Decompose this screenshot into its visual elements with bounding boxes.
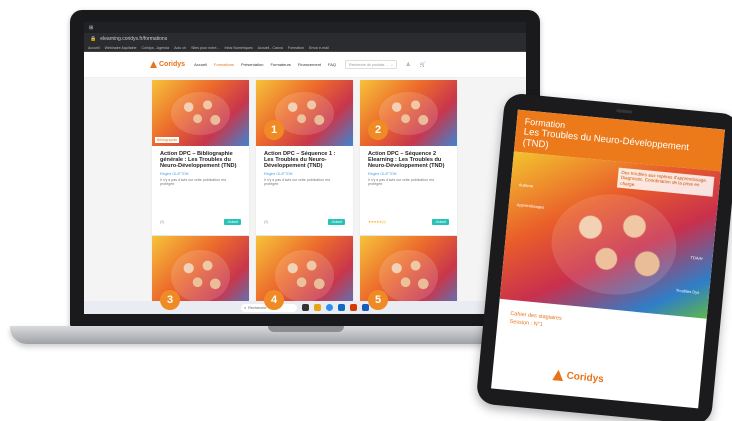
bookmark-item[interactable]: Webinaire Aquitaine bbox=[105, 46, 137, 50]
browser-tab-bar: ⊞ bbox=[84, 22, 526, 33]
course-rating: ★★★★★ (1) bbox=[368, 220, 386, 224]
cover-label: Troubles Dys bbox=[675, 287, 700, 295]
cart-icon[interactable]: 🛒 bbox=[420, 62, 426, 68]
course-title[interactable]: Action DPC – Séquence 2 Elearning : Les … bbox=[360, 146, 457, 172]
lock-icon: 🔒 bbox=[90, 35, 97, 42]
search-input[interactable]: Recherche de produits… ⌕ bbox=[345, 60, 398, 69]
course-title[interactable]: Action DPC – Bibliographie générale : Le… bbox=[152, 146, 249, 172]
course-price-badge: Gratuit bbox=[328, 219, 345, 225]
cover-label: Apprentissages bbox=[516, 202, 545, 210]
course-card[interactable]: Bibliographie Action DPC – Bibliographie… bbox=[152, 80, 249, 235]
nav-item-accueil[interactable]: Accueil bbox=[194, 62, 207, 67]
bookmark-item[interactable]: Sites pour notre... bbox=[191, 46, 219, 50]
search-icon[interactable]: ⌕ bbox=[391, 63, 393, 67]
nav-item-formations[interactable]: Formations bbox=[214, 62, 234, 67]
sequence-badge: 5 bbox=[368, 290, 388, 310]
logo-mark-icon bbox=[552, 369, 564, 381]
bookmarks-bar: Accueil Webinaire Aquitaine Coridys - Ag… bbox=[84, 44, 526, 52]
course-desc: Il n'y a pas d'avis sur cette publicatio… bbox=[264, 177, 330, 187]
office-icon[interactable] bbox=[350, 304, 357, 311]
taskbar-search-label: Recherche bbox=[248, 305, 267, 310]
search-placeholder: Recherche de produits… bbox=[349, 62, 388, 67]
bookmark-item[interactable]: Infos Numériques bbox=[224, 46, 252, 50]
main-nav: Accueil Formations Présentation Formateu… bbox=[194, 62, 336, 67]
course-image[interactable]: Bibliographie bbox=[152, 80, 249, 146]
brochure-logo: Coridys bbox=[552, 369, 604, 385]
course-title[interactable]: Action DPC – Séquence 1 : Les Troubles d… bbox=[256, 146, 353, 172]
bookmark-item[interactable]: Accueil - Canva bbox=[258, 46, 283, 50]
course-rating: (0) bbox=[160, 220, 165, 224]
tablet-camera bbox=[616, 109, 633, 114]
bookmark-item[interactable]: Coridys - Agenda bbox=[142, 46, 170, 50]
brochure-logo-text: Coridys bbox=[566, 370, 605, 386]
app-icon[interactable] bbox=[338, 304, 345, 311]
folder-icon[interactable] bbox=[314, 304, 321, 311]
course-footer: (0) Gratuit bbox=[264, 219, 345, 225]
sequence-badge: 3 bbox=[160, 290, 180, 310]
course-grid: Bibliographie Action DPC – Bibliographie… bbox=[152, 80, 457, 235]
course-card[interactable]: 1 Action DPC – Séquence 1 : Les Troubles… bbox=[256, 80, 353, 235]
course-price-badge: Gratuit bbox=[432, 219, 449, 225]
taskview-icon[interactable] bbox=[302, 304, 309, 311]
sequence-badge: 4 bbox=[264, 290, 284, 310]
course-image[interactable]: 1 bbox=[256, 80, 353, 146]
nav-item-formateurs[interactable]: Formateurs bbox=[270, 62, 290, 67]
tab-icon[interactable]: ⊞ bbox=[89, 25, 93, 31]
nav-item-presentation[interactable]: Présentation bbox=[241, 62, 263, 67]
bookmark-item[interactable]: Actu ch bbox=[174, 46, 186, 50]
laptop-notch bbox=[268, 326, 344, 332]
os-taskbar: ⌕ Recherche bbox=[84, 301, 526, 314]
sequence-badge: 2 bbox=[368, 120, 388, 140]
course-price-badge: Gratuit bbox=[224, 219, 241, 225]
logo-text: Coridys bbox=[159, 61, 186, 68]
laptop-screen: ⊞ 🔒 elearning.coridys.fr/formations Accu… bbox=[84, 22, 526, 314]
course-card[interactable]: 2 Action DPC – Séquence 2 Elearning : Le… bbox=[360, 80, 457, 235]
nav-item-faq[interactable]: FAQ bbox=[328, 62, 336, 67]
cover-label: Autisme bbox=[518, 182, 534, 189]
word-icon[interactable] bbox=[362, 304, 369, 311]
course-footer: ★★★★★ (1) Gratuit bbox=[368, 219, 449, 225]
course-footer: (0) Gratuit bbox=[160, 219, 241, 225]
course-rating: (0) bbox=[264, 220, 269, 224]
logo-mark-icon bbox=[150, 61, 157, 68]
product-mockup: ⊞ 🔒 elearning.coridys.fr/formations Accu… bbox=[0, 0, 732, 421]
site-header: Coridys Accueil Formations Présentation … bbox=[84, 52, 526, 78]
course-desc: Il n'y a pas d'avis sur cette publicatio… bbox=[368, 177, 434, 187]
browser-address-bar[interactable]: 🔒 elearning.coridys.fr/formations bbox=[84, 33, 526, 44]
cover-label: TDA/H bbox=[690, 254, 703, 262]
bookmark-item[interactable]: Envoi e-mail bbox=[309, 46, 329, 50]
brochure-cover-image: Des troubles aux repères d'apprentissage… bbox=[499, 151, 721, 319]
site-logo[interactable]: Coridys bbox=[150, 61, 185, 68]
bookmark-item[interactable]: Formation bbox=[288, 46, 304, 50]
tablet-device: Formation Les Troubles du Neuro-Développ… bbox=[475, 92, 732, 421]
bookmark-item[interactable]: Accueil bbox=[88, 46, 100, 50]
brochure-note: Des troubles aux repères d'apprentissage… bbox=[616, 167, 715, 197]
sequence-badge: 1 bbox=[264, 120, 284, 140]
course-tag: Bibliographie bbox=[155, 137, 180, 143]
browser-icon[interactable] bbox=[326, 304, 333, 311]
course-image[interactable]: 2 bbox=[360, 80, 457, 146]
user-icon[interactable]: ♙ bbox=[406, 62, 410, 68]
nav-item-financement[interactable]: Financement bbox=[298, 62, 321, 67]
course-desc: Il n'y a pas d'avis sur cette publicatio… bbox=[160, 177, 226, 187]
search-icon: ⌕ bbox=[244, 305, 247, 310]
url-text[interactable]: elearning.coridys.fr/formations bbox=[100, 36, 167, 42]
tablet-screen: Formation Les Troubles du Neuro-Développ… bbox=[491, 109, 725, 409]
